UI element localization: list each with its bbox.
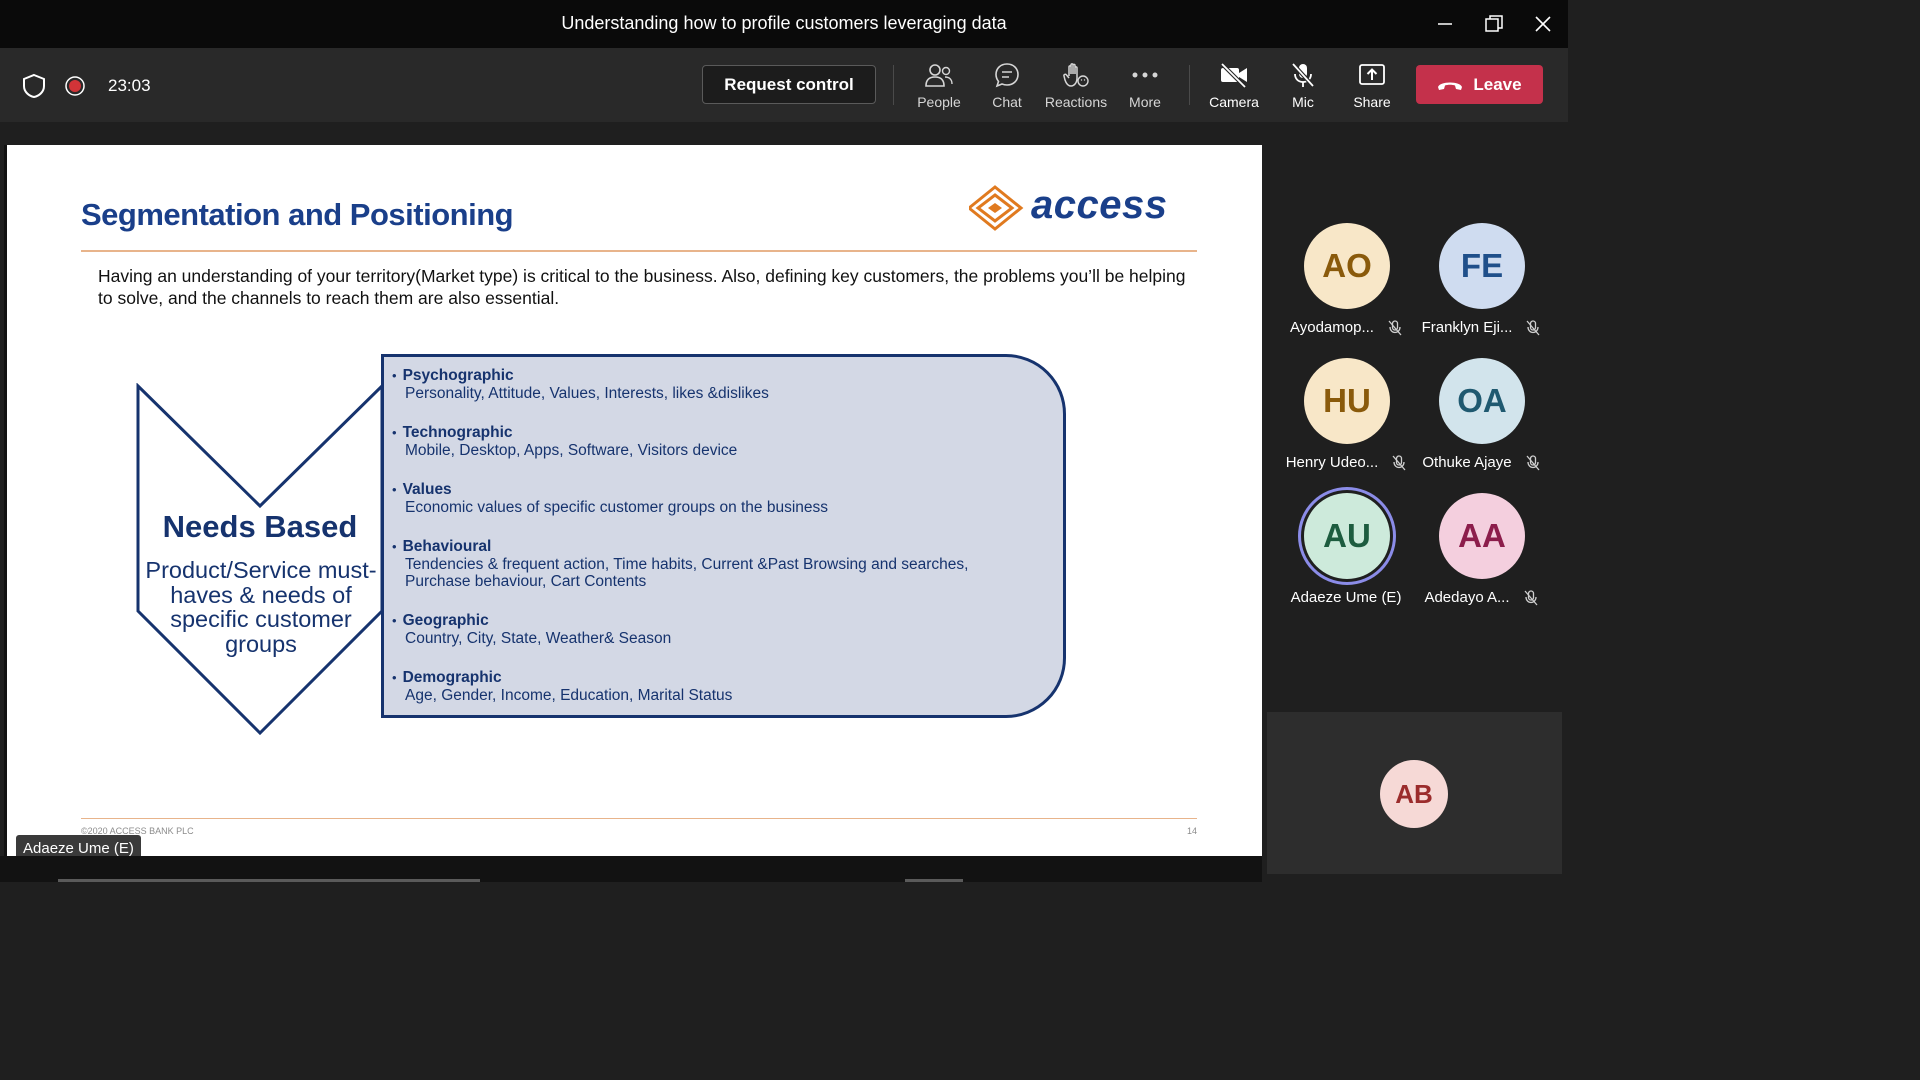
list-item: • Values Economic values of specific cust…: [392, 481, 829, 516]
avatar: FE: [1439, 223, 1525, 309]
reactions-icon: [1063, 63, 1089, 87]
mic-off-icon: [1291, 62, 1315, 88]
people-icon: [925, 64, 953, 87]
participant-tile-speaking[interactable]: AU Adaeze Ume (E): [1276, 493, 1416, 613]
item-description: Tendencies & frequent action, Time habit…: [405, 556, 969, 590]
list-item: • Behavioural Tendencies & frequent actio…: [392, 538, 992, 590]
close-button[interactable]: [1529, 10, 1557, 38]
meeting-toolbar: 23:03 Request control People Chat Reacti…: [0, 48, 1568, 122]
item-description: Age, Gender, Income, Education, Marital …: [405, 687, 733, 704]
share-label: Share: [1353, 94, 1391, 110]
participant-tile[interactable]: AO Ayodamop...: [1276, 223, 1416, 343]
camera-label: Camera: [1209, 94, 1259, 110]
people-label: People: [917, 94, 961, 110]
item-heading: Values: [402, 481, 452, 498]
participant-name: Henry Udeo...: [1285, 454, 1379, 471]
item-description: Country, City, State, Weather& Season: [405, 630, 672, 647]
avatar: HU: [1304, 358, 1390, 444]
list-item: • Geographic Country, City, State, Weathe…: [392, 612, 672, 647]
slide-divider-top: [81, 250, 1197, 252]
slide-divider-bottom: [81, 818, 1197, 819]
item-heading: Psychographic: [402, 367, 514, 384]
toolbar-divider: [893, 65, 894, 105]
restore-button[interactable]: [1480, 10, 1508, 38]
recording-icon: [65, 76, 85, 96]
self-avatar: AB: [1380, 760, 1448, 828]
scrollbar-thumb[interactable]: [58, 879, 480, 882]
restore-icon: [1485, 15, 1503, 32]
minimize-button[interactable]: [1431, 10, 1459, 38]
participant-name: Adedayo A...: [1424, 589, 1510, 606]
share-button[interactable]: Share: [1337, 60, 1407, 114]
meeting-timer: 23:03: [108, 76, 151, 95]
leave-label: Leave: [1473, 74, 1522, 94]
logo-wordmark: access: [1031, 183, 1168, 227]
mic-label: Mic: [1292, 94, 1314, 110]
toolbar-divider: [1189, 65, 1190, 105]
avatar: OA: [1439, 358, 1525, 444]
leave-button[interactable]: Leave: [1416, 65, 1543, 104]
camera-button[interactable]: Camera: [1199, 60, 1269, 114]
share-icon: [1359, 64, 1385, 85]
list-item: • Psychographic Personality, Attitude, Va…: [392, 367, 769, 402]
presentation-slide: Segmentation and Positioning access Havi…: [7, 145, 1262, 856]
shield-icon: [23, 73, 45, 99]
title-bar: Understanding how to profile customers l…: [0, 0, 1568, 48]
access-diamond-logo-icon: [969, 185, 1024, 231]
slide-title: Segmentation and Positioning: [81, 197, 514, 232]
mic-button[interactable]: Mic: [1268, 60, 1338, 114]
avatar: AO: [1304, 223, 1390, 309]
mic-muted-icon: [1524, 589, 1538, 605]
participant-name: Adaeze Ume (E): [1290, 589, 1402, 606]
mic-muted-icon: [1392, 454, 1406, 470]
item-heading: Behavioural: [402, 538, 492, 555]
item-description: Mobile, Desktop, Apps, Software, Visitor…: [405, 442, 738, 459]
item-description: Personality, Attitude, Values, Interests…: [405, 385, 769, 402]
chat-icon: [995, 63, 1019, 88]
slide-page-number: 14: [1187, 826, 1198, 836]
camera-off-icon: [1220, 62, 1247, 88]
needs-subtitle: Product/Service must-haves & needs of sp…: [145, 557, 377, 657]
shared-screen: Segmentation and Positioning access Havi…: [4, 145, 1262, 856]
participant-name: Othuke Ajaye: [1422, 454, 1512, 471]
request-control-button[interactable]: Request control: [702, 65, 876, 104]
participant-tile[interactable]: FE Franklyn Eji...: [1411, 223, 1551, 343]
phone-hangup-icon: [1438, 82, 1463, 90]
people-button[interactable]: People: [904, 60, 974, 114]
participant-tile[interactable]: AA Adedayo A...: [1411, 493, 1551, 613]
segmentation-list-box: • Psychographic Personality, Attitude, Va…: [381, 354, 1066, 718]
self-view-panel[interactable]: AB: [1267, 712, 1562, 874]
participant-name: Franklyn Eji...: [1421, 319, 1513, 336]
mic-muted-icon: [1526, 454, 1540, 470]
item-heading: Geographic: [402, 612, 489, 629]
list-item: • Technographic Mobile, Desktop, Apps, So…: [392, 424, 738, 459]
reactions-label: Reactions: [1044, 94, 1108, 110]
minimize-icon: [1438, 23, 1452, 25]
item-heading: Technographic: [402, 424, 513, 441]
item-description: Economic values of specific customer gro…: [405, 499, 829, 516]
participant-tile[interactable]: HU Henry Udeo...: [1276, 358, 1416, 478]
close-icon: [1535, 16, 1551, 32]
meeting-title: Understanding how to profile customers l…: [561, 13, 1007, 33]
list-item: • Demographic Age, Gender, Income, Educat…: [392, 669, 733, 704]
meeting-stage: Segmentation and Positioning access Havi…: [0, 122, 1568, 882]
avatar: AU: [1304, 493, 1390, 579]
participant-tile[interactable]: OA Othuke Ajaye: [1411, 358, 1551, 478]
reactions-button[interactable]: Reactions: [1041, 60, 1111, 114]
needs-title: Needs Based: [162, 509, 358, 544]
mic-muted-icon: [1388, 319, 1402, 335]
chat-button[interactable]: Chat: [972, 60, 1042, 114]
avatar: AA: [1439, 493, 1525, 579]
participant-name: Ayodamop...: [1290, 319, 1374, 336]
access-logo: access: [969, 183, 1199, 231]
slide-intro: Having an understanding of your territor…: [98, 266, 1186, 308]
chat-label: Chat: [992, 94, 1022, 110]
item-heading: Demographic: [402, 669, 502, 686]
scrollbar-thumb[interactable]: [905, 879, 963, 882]
more-label: More: [1129, 94, 1161, 110]
more-button[interactable]: More: [1110, 60, 1180, 114]
more-icon: [1132, 72, 1158, 78]
mic-muted-icon: [1526, 319, 1540, 335]
